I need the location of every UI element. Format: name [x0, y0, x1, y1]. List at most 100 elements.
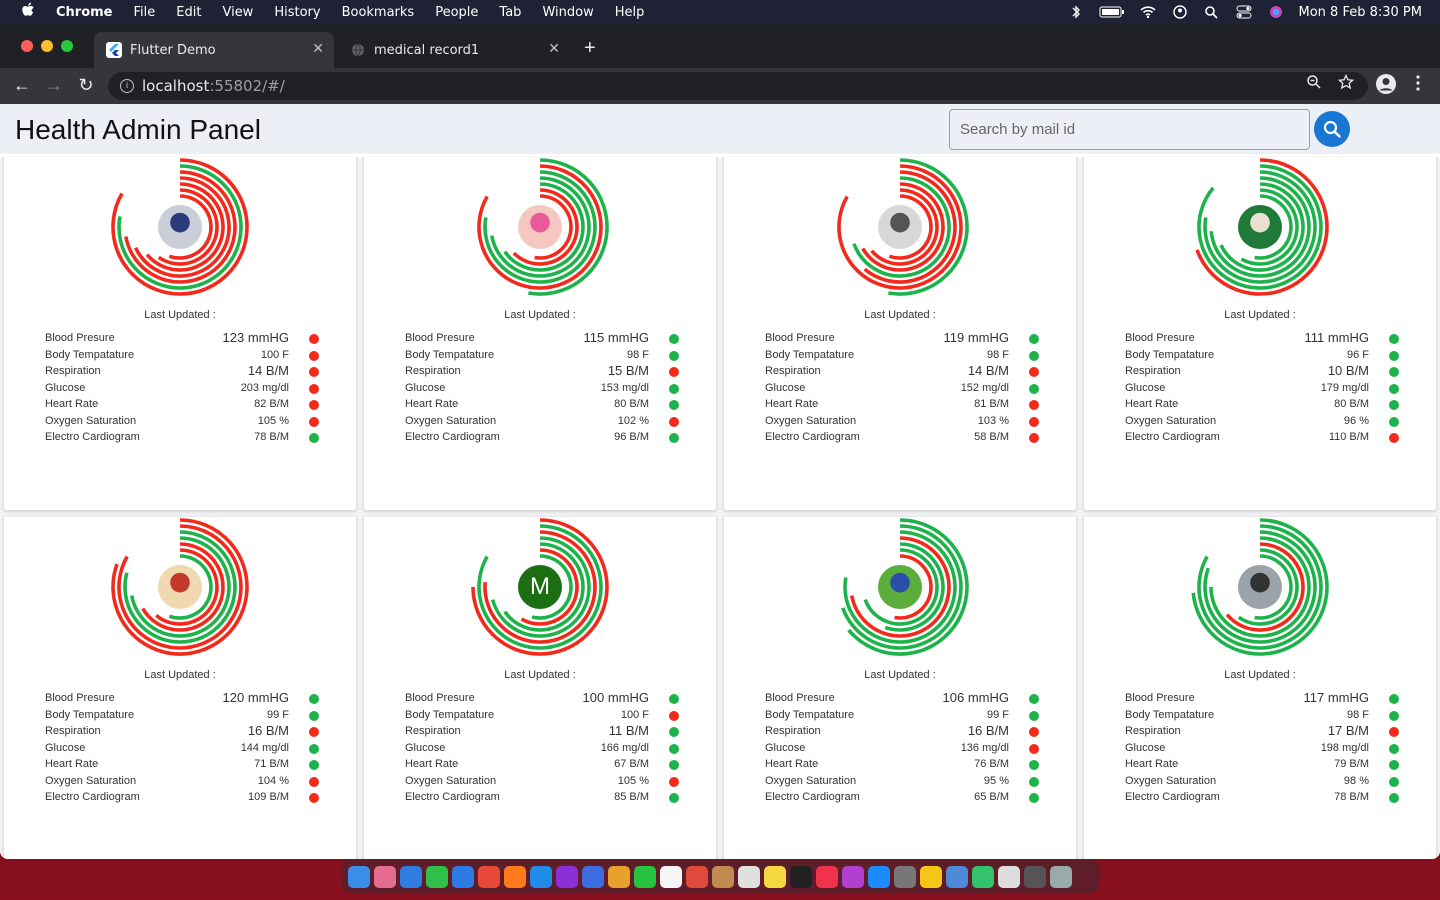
vital-row: Blood Presure 117 mmHG — [1125, 690, 1405, 707]
vital-label: Electro Cardiogram — [405, 791, 500, 803]
menu-history[interactable]: History — [274, 5, 320, 20]
vital-value: 100 F — [620, 708, 649, 721]
vital-row: Respiration 16 B/M — [45, 723, 325, 740]
site-info-icon[interactable]: i — [120, 79, 134, 93]
dock-app-icon[interactable] — [1024, 865, 1046, 888]
dock-app-icon[interactable] — [374, 865, 396, 888]
dock-app-icon[interactable] — [348, 865, 370, 888]
dock-app-icon[interactable] — [868, 865, 890, 888]
dock-app-icon[interactable] — [790, 865, 812, 888]
patient-card[interactable]: Last Updated : Blood Presure 111 mmHG Body … — [1084, 157, 1436, 510]
vital-value: 65 B/M — [974, 791, 1009, 803]
search-field[interactable] — [949, 109, 1310, 150]
dock-app-icon[interactable] — [920, 865, 942, 888]
dock-app-icon[interactable] — [738, 865, 760, 888]
dock-app-icon[interactable] — [686, 865, 708, 888]
user-account-icon[interactable] — [1171, 5, 1189, 19]
menu-window[interactable]: Window — [542, 5, 593, 20]
bluetooth-icon[interactable] — [1067, 5, 1085, 19]
menu-bar-clock[interactable]: Mon 8 Feb 8:30 PM — [1299, 5, 1422, 20]
apple-menu-icon[interactable] — [22, 2, 40, 22]
vital-row: Electro Cardiogram 78 B/M — [45, 429, 325, 446]
address-bar[interactable]: i localhost :55802/#/ — [108, 72, 1368, 100]
dock-app-icon[interactable] — [452, 865, 474, 888]
vital-value: 16 B/M — [247, 723, 289, 738]
vital-value: 96 % — [1343, 414, 1369, 427]
new-tab-icon[interactable]: + — [584, 38, 596, 58]
dock-app-icon[interactable] — [972, 865, 994, 888]
minimize-window-button[interactable] — [41, 40, 53, 52]
menu-view[interactable]: View — [222, 5, 253, 20]
dock-app-icon[interactable] — [712, 865, 734, 888]
dock-app-icon[interactable] — [426, 865, 448, 888]
close-tab-icon[interactable]: ✕ — [548, 41, 560, 57]
control-center-icon[interactable] — [1235, 5, 1253, 19]
menu-help[interactable]: Help — [615, 5, 645, 20]
battery-icon[interactable] — [1099, 5, 1125, 19]
menu-people[interactable]: People — [435, 5, 478, 20]
reload-icon[interactable]: ↻ — [75, 75, 97, 96]
dock-app-icon[interactable] — [530, 865, 552, 888]
menu-tab[interactable]: Tab — [499, 5, 521, 20]
menu-file[interactable]: File — [134, 5, 156, 20]
patient-avatar — [158, 565, 202, 609]
status-dot — [309, 433, 319, 443]
status-dot — [1029, 433, 1039, 443]
dock-app-icon[interactable] — [556, 865, 578, 888]
vital-label: Electro Cardiogram — [765, 431, 860, 443]
close-window-button[interactable] — [21, 40, 33, 52]
menu-bookmarks[interactable]: Bookmarks — [342, 5, 415, 20]
status-dot — [1389, 350, 1399, 361]
patient-card[interactable]: M Last Updated : Blood Presure 100 mmHG Body… — [364, 517, 716, 859]
patient-card[interactable]: Last Updated : Blood Presure 115 mmHG Body … — [364, 157, 716, 510]
dock-app-icon[interactable] — [504, 865, 526, 888]
menu-app-name[interactable]: Chrome — [56, 5, 113, 20]
dock-app-icon[interactable] — [660, 865, 682, 888]
patient-card[interactable]: Last Updated : Blood Presure 106 mmHG Body … — [724, 517, 1076, 859]
zoom-window-button[interactable] — [61, 40, 73, 52]
dock-app-icon[interactable] — [764, 865, 786, 888]
dock-app-icon[interactable] — [400, 865, 422, 888]
dock-app-icon[interactable] — [946, 865, 968, 888]
chrome-menu-icon[interactable] — [1411, 74, 1425, 97]
spotlight-search-icon[interactable] — [1203, 5, 1221, 19]
siri-icon[interactable] — [1267, 5, 1285, 19]
dock-app-icon[interactable] — [634, 865, 656, 888]
vital-label: Glucose — [765, 381, 806, 394]
search-button[interactable] — [1314, 111, 1350, 147]
bookmark-star-icon[interactable] — [1337, 73, 1355, 95]
back-arrow-icon[interactable]: ← — [11, 75, 33, 96]
status-dot — [1389, 760, 1399, 770]
dock-app-icon[interactable] — [608, 865, 630, 888]
patient-card[interactable]: Last Updated : Blood Presure 120 mmHG Body … — [4, 517, 356, 859]
vital-value: 96 F — [1346, 348, 1369, 361]
dock-app-icon[interactable] — [478, 865, 500, 888]
close-tab-icon[interactable]: ✕ — [312, 41, 324, 57]
dock-app-icon[interactable] — [894, 865, 916, 888]
forward-arrow-icon[interactable]: → — [43, 75, 65, 96]
vital-row: Respiration 11 B/M — [405, 723, 685, 740]
tab-flutter-demo[interactable]: Flutter Demo ✕ — [94, 32, 334, 68]
zoom-icon[interactable] — [1306, 74, 1322, 95]
dock-app-icon[interactable] — [998, 865, 1020, 888]
patient-card[interactable]: Last Updated : Blood Presure 123 mmHG Body … — [4, 157, 356, 510]
dock-app-icon[interactable] — [816, 865, 838, 888]
status-dot — [1389, 433, 1399, 443]
vitals-list: Blood Presure 117 mmHG Body Tempatature 98 … — [1125, 690, 1405, 806]
profile-avatar-icon[interactable] — [1375, 73, 1397, 100]
patient-card[interactable]: Last Updated : Blood Presure 119 mmHG Body … — [724, 157, 1076, 510]
dock-app-icon[interactable] — [842, 865, 864, 888]
menu-edit[interactable]: Edit — [176, 5, 201, 20]
vital-value: 81 B/M — [974, 398, 1009, 410]
vital-value: 80 B/M — [1334, 398, 1369, 410]
status-dot — [669, 710, 679, 721]
search-input[interactable] — [950, 110, 1309, 149]
patient-card[interactable]: Last Updated : Blood Presure 117 mmHG Body … — [1084, 517, 1436, 859]
dock-app-icon[interactable] — [1050, 865, 1072, 888]
macos-dock — [342, 860, 1099, 893]
dock-app-icon[interactable] — [582, 865, 604, 888]
vital-value: 14 B/M — [967, 363, 1009, 378]
status-dot — [309, 367, 319, 377]
wifi-icon[interactable] — [1139, 5, 1157, 19]
tab-medical-record[interactable]: medical record1 ✕ — [338, 32, 570, 68]
